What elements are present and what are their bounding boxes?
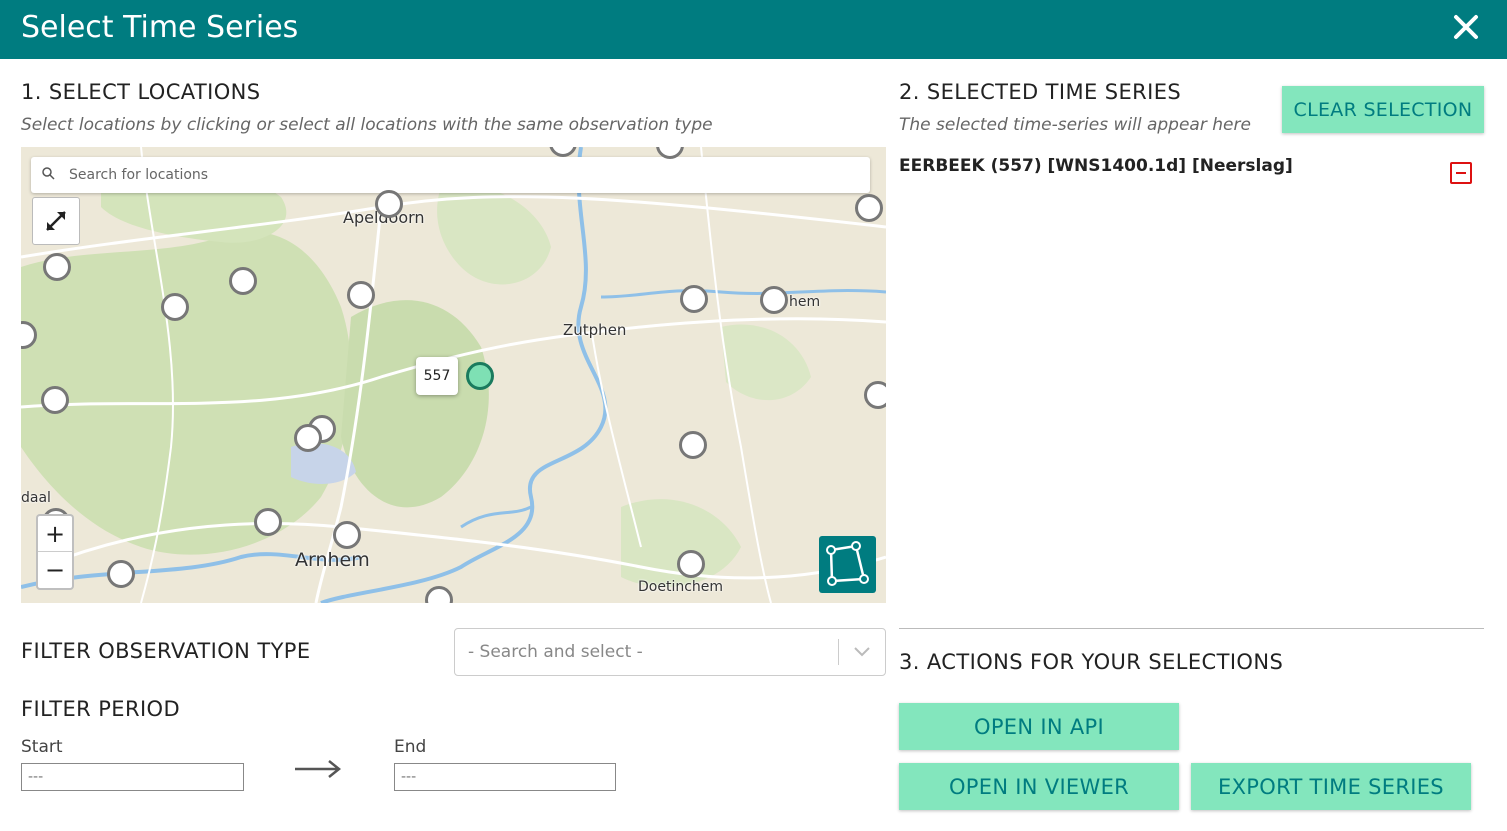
location-marker[interactable] (680, 285, 708, 313)
locations-map[interactable]: Apeldoorn Zutphen Arnhem Doetinchem hem … (21, 147, 886, 603)
zoom-control: + − (36, 514, 74, 590)
section-actions-title: 3. ACTIONS FOR YOUR SELECTIONS (899, 650, 1284, 674)
place-label: Zutphen (563, 321, 627, 339)
location-marker[interactable] (41, 386, 69, 414)
location-marker[interactable] (229, 267, 257, 295)
end-label: End (394, 737, 427, 757)
open-in-api-button[interactable]: OPEN IN API (899, 703, 1179, 750)
start-date-input[interactable] (21, 763, 244, 791)
select-separator (838, 639, 839, 665)
fullscreen-button[interactable] (32, 197, 80, 245)
location-marker[interactable] (375, 190, 403, 218)
location-marker[interactable] (679, 431, 707, 459)
filter-observation-type-label: FILTER OBSERVATION TYPE (21, 639, 311, 663)
place-label: hem (789, 294, 821, 310)
zoom-in-button[interactable]: + (38, 516, 72, 552)
location-marker[interactable] (161, 293, 189, 321)
location-search-input[interactable] (69, 163, 859, 187)
location-marker[interactable] (677, 550, 705, 578)
marker-tooltip: 557 (416, 357, 458, 395)
dialog-header: Select Time Series (0, 0, 1507, 59)
filter-period-label: FILTER PERIOD (21, 697, 181, 721)
expand-icon (46, 211, 66, 231)
section-select-locations-title: 1. SELECT LOCATIONS (21, 80, 261, 104)
search-icon (42, 167, 55, 180)
selected-series-item: EERBEEK (557) [WNS1400.1d] [Neerslag] (899, 156, 1293, 176)
zoom-out-button[interactable]: − (38, 552, 72, 588)
divider (899, 628, 1484, 629)
remove-series-icon[interactable] (1450, 162, 1472, 184)
location-marker[interactable] (294, 424, 322, 452)
lasso-select-button[interactable] (819, 536, 876, 593)
polygon-select-icon (826, 541, 869, 586)
section-selected-series-subtitle: The selected time-series will appear her… (899, 115, 1251, 135)
place-label: Doetinchem (638, 579, 724, 595)
selected-location-marker[interactable] (466, 362, 494, 390)
location-search[interactable] (31, 157, 870, 193)
clear-selection-button[interactable]: CLEAR SELECTION (1282, 86, 1484, 133)
place-label: daal (21, 490, 51, 506)
dialog-title: Select Time Series (21, 10, 299, 45)
chevron-down-icon[interactable] (853, 646, 871, 658)
close-icon[interactable] (1451, 12, 1481, 42)
location-marker[interactable] (254, 508, 282, 536)
location-marker[interactable] (107, 560, 135, 588)
observation-type-placeholder: - Search and select - (468, 642, 643, 662)
start-label: Start (21, 737, 63, 757)
location-marker[interactable] (333, 521, 361, 549)
location-marker[interactable] (855, 194, 883, 222)
section-selected-series-title: 2. SELECTED TIME SERIES (899, 80, 1182, 104)
location-marker[interactable] (43, 253, 71, 281)
export-time-series-button[interactable]: EXPORT TIME SERIES (1191, 763, 1471, 810)
location-marker[interactable] (864, 381, 886, 409)
end-date-input[interactable] (394, 763, 616, 791)
open-in-viewer-button[interactable]: OPEN IN VIEWER (899, 763, 1179, 810)
arrow-right-icon (295, 760, 342, 778)
location-marker[interactable] (760, 286, 788, 314)
section-select-locations-subtitle: Select locations by clicking or select a… (21, 115, 713, 135)
location-marker[interactable] (347, 281, 375, 309)
place-label: Arnhem (295, 549, 370, 571)
observation-type-select[interactable]: - Search and select - (454, 628, 886, 676)
